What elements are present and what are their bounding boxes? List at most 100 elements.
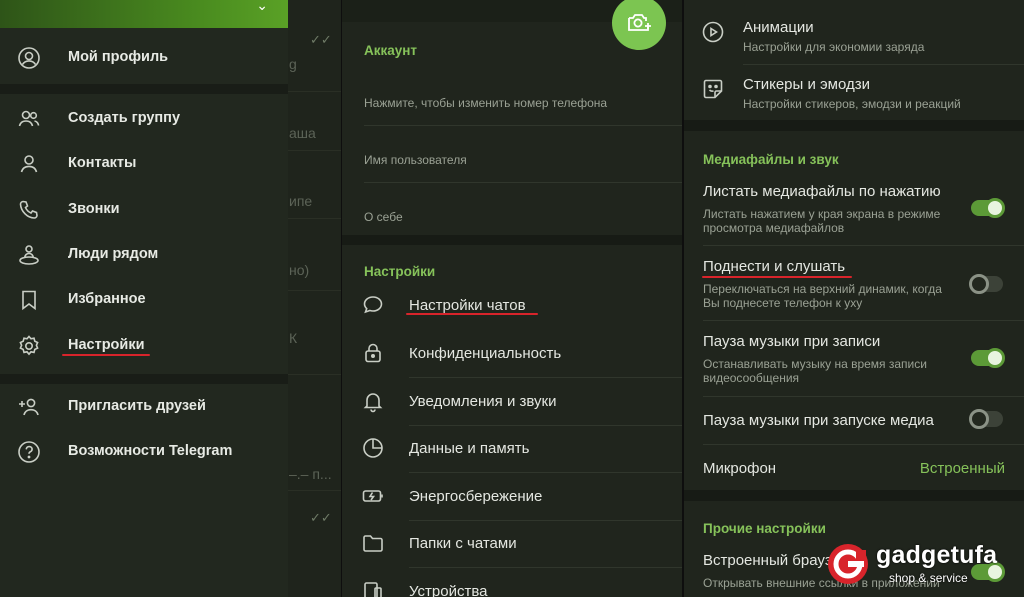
media-section-title: Медиафайлы и звук <box>703 152 839 167</box>
raise-to-listen-subtitle: Переключаться на верхний динамик, когда <box>703 282 942 296</box>
divider <box>0 84 288 94</box>
chat-divider <box>288 91 341 92</box>
pause-music-recording-subtitle: Останавливать музыку на время записи <box>703 357 927 371</box>
drawer-item-invite-friends[interactable]: Пригласить друзей <box>0 385 288 429</box>
stickers-subtitle: Настройки стикеров, эмодзи и реакций <box>743 97 961 111</box>
add-user-icon <box>17 395 41 419</box>
account-section-title: Аккаунт <box>364 43 418 58</box>
pause-music-recording-toggle[interactable] <box>971 348 1005 368</box>
sticker-icon <box>701 77 725 101</box>
settings-item-label: Конфиденциальность <box>409 345 562 362</box>
people-nearby-icon <box>17 243 41 267</box>
settings-item-notifications[interactable]: Уведомления и звуки <box>342 378 682 426</box>
toggle-knob <box>985 348 1005 368</box>
chat-list-background <box>288 0 341 597</box>
screenshot-collage: ✓✓ g аша ипе но) К –.– п... ✓✓ ⌄ Мой про… <box>0 0 1024 597</box>
drawer-item-label: Пригласить друзей <box>68 398 206 414</box>
settings-item-privacy[interactable]: Конфиденциальность <box>342 330 682 378</box>
set-photo-button[interactable] <box>612 0 666 50</box>
drawer-item-my-profile[interactable]: Мой профиль <box>0 36 288 80</box>
highlight-underline <box>702 276 852 278</box>
raise-to-listen-title[interactable]: Поднести и слушать <box>703 258 845 275</box>
settings-item-label: Настройки чатов <box>409 297 526 314</box>
settings-item-power-saving[interactable]: Энергосбережение <box>342 473 682 521</box>
divider <box>703 444 1024 445</box>
settings-item-label: Уведомления и звуки <box>409 393 557 410</box>
drawer-panel: ✓✓ g аша ипе но) К –.– п... ✓✓ ⌄ Мой про… <box>0 0 341 597</box>
media-settings-panel: Анимации Настройки для экономии заряда С… <box>684 0 1024 597</box>
bell-icon <box>361 389 385 413</box>
drawer-item-label: Избранное <box>68 291 146 307</box>
drawer-header: ⌄ <box>0 0 288 28</box>
microphone-value[interactable]: Встроенный <box>920 460 1005 477</box>
raise-to-listen-subtitle: Вы поднесете телефон к уху <box>703 296 863 310</box>
settings-panel: Аккаунт Нажмите, чтобы изменить номер те… <box>342 0 682 597</box>
battery-icon <box>361 484 385 508</box>
devices-icon <box>361 579 385 597</box>
drawer-item-label: Возможности Telegram <box>68 443 233 459</box>
chat-divider <box>288 374 341 375</box>
settings-item-chat-settings[interactable]: Настройки чатов <box>342 282 682 330</box>
tap-to-scroll-media-title[interactable]: Листать медиафайлы по нажатию <box>703 183 941 200</box>
pause-music-media-title[interactable]: Пауза музыки при запуске медиа <box>703 412 934 429</box>
chat-preview: К <box>289 330 298 346</box>
navigation-drawer: ⌄ Мой профиль Создать группу Контакты Зв… <box>0 0 288 597</box>
chat-preview: –.– п... <box>289 466 332 482</box>
settings-item-devices[interactable]: Устройства <box>342 568 682 597</box>
phone-icon <box>17 198 41 222</box>
toggle-knob <box>985 198 1005 218</box>
chat-divider <box>288 290 341 291</box>
settings-item-label: Устройства <box>409 583 488 597</box>
section-gap <box>342 235 682 245</box>
drawer-item-contacts[interactable]: Контакты <box>0 142 288 186</box>
drawer-item-telegram-features[interactable]: Возможности Telegram <box>0 430 288 474</box>
pause-music-media-toggle[interactable] <box>969 409 1003 429</box>
username-field[interactable]: Имя пользователя <box>364 153 467 167</box>
chat-preview: но) <box>289 262 310 278</box>
contact-icon <box>17 152 41 176</box>
chat-divider <box>288 218 341 219</box>
settings-item-data-storage[interactable]: Данные и память <box>342 425 682 473</box>
toggle-knob <box>969 274 989 294</box>
pause-music-recording-subtitle: видеосообщения <box>703 371 800 385</box>
settings-item-chat-folders[interactable]: Папки с чатами <box>342 520 682 568</box>
watermark: gadgetufa shop & service <box>826 538 1022 594</box>
divider <box>364 125 682 126</box>
chat-divider <box>288 490 341 491</box>
lock-icon <box>361 341 385 365</box>
divider <box>743 64 1024 65</box>
tap-to-scroll-media-subtitle: просмотра медиафайлов <box>703 221 845 235</box>
group-icon <box>17 107 41 131</box>
gadgetufa-logo <box>828 544 868 584</box>
chat-bubble-icon <box>361 293 385 317</box>
bio-field[interactable]: О себе <box>364 210 403 224</box>
drawer-item-settings[interactable]: Настройки <box>0 324 288 368</box>
microphone-title[interactable]: Микрофон <box>703 460 776 477</box>
divider <box>364 182 682 183</box>
raise-to-listen-toggle[interactable] <box>969 274 1003 294</box>
drawer-item-label: Контакты <box>68 155 137 171</box>
chevron-down-icon[interactable]: ⌄ <box>256 0 268 12</box>
animations-subtitle: Настройки для экономии заряда <box>743 40 925 54</box>
highlight-underline <box>406 313 538 315</box>
chat-divider <box>288 150 341 151</box>
drawer-item-people-nearby[interactable]: Люди рядом <box>0 233 288 277</box>
toggle-knob <box>969 409 989 429</box>
pie-chart-icon <box>361 436 385 460</box>
phone-number-field[interactable]: Нажмите, чтобы изменить номер телефона <box>364 96 607 110</box>
gear-icon <box>17 334 41 358</box>
tap-to-scroll-media-toggle[interactable] <box>971 198 1005 218</box>
stickers-title[interactable]: Стикеры и эмодзи <box>743 76 870 93</box>
divider <box>0 374 288 384</box>
chat-preview: g <box>289 56 297 72</box>
other-section-title: Прочие настройки <box>703 521 826 536</box>
pause-music-recording-title[interactable]: Пауза музыки при записи <box>703 333 880 350</box>
animations-title[interactable]: Анимации <box>743 19 814 36</box>
drawer-item-calls[interactable]: Звонки <box>0 188 288 232</box>
drawer-item-label: Настройки <box>68 337 145 353</box>
divider <box>703 245 1024 246</box>
chat-preview: ипе <box>289 193 313 209</box>
watermark-tagline: shop & service <box>889 571 968 585</box>
drawer-item-new-group[interactable]: Создать группу <box>0 97 288 141</box>
drawer-item-saved[interactable]: Избранное <box>0 278 288 322</box>
